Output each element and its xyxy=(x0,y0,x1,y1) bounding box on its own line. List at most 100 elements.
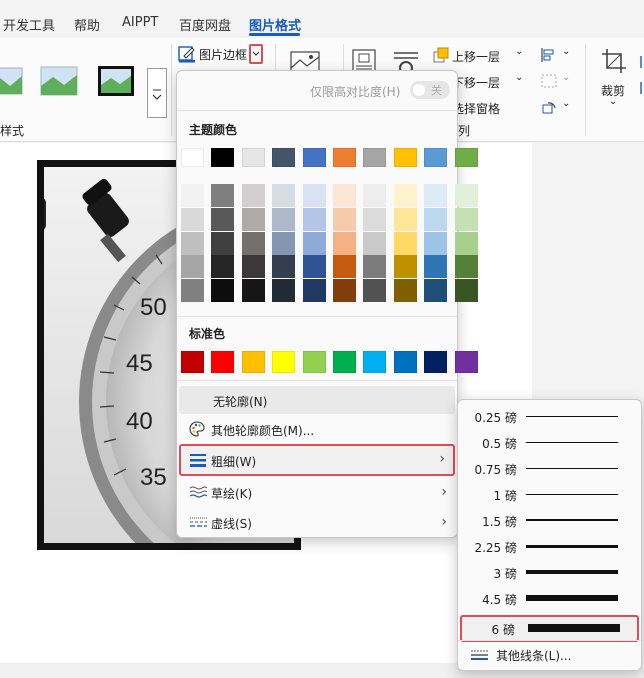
line-weight-item[interactable]: 0.5 磅 xyxy=(460,430,639,455)
theme-shade-swatch[interactable] xyxy=(181,255,204,279)
theme-color-swatch[interactable] xyxy=(181,148,204,167)
theme-shade-swatch[interactable] xyxy=(393,231,417,255)
theme-shade-swatch[interactable] xyxy=(454,231,478,255)
picture-style-thumb[interactable] xyxy=(0,64,24,98)
theme-shade-swatch[interactable] xyxy=(272,255,296,279)
line-weight-item[interactable]: 6 磅 xyxy=(460,615,639,642)
line-weight-item[interactable]: 0.75 磅 xyxy=(460,456,639,481)
send-backward-button[interactable]: 下移一层 xyxy=(452,74,500,91)
chevron-down-icon[interactable]: ⌄ xyxy=(562,98,570,109)
chevron-down-icon[interactable]: ⌄ xyxy=(562,72,570,83)
theme-color-swatch[interactable] xyxy=(272,148,296,167)
crop-icon[interactable] xyxy=(601,48,627,74)
theme-shade-swatch[interactable] xyxy=(363,231,387,255)
tab-developer[interactable]: 开发工具 xyxy=(3,15,55,34)
theme-shade-swatch[interactable] xyxy=(333,231,356,255)
chevron-down-icon[interactable]: ⌄ xyxy=(562,46,570,57)
standard-color-swatch[interactable] xyxy=(424,351,448,373)
selection-pane-button[interactable]: 选择窗格 xyxy=(452,100,500,117)
theme-color-swatch[interactable] xyxy=(241,148,265,167)
standard-color-swatch[interactable] xyxy=(333,351,356,373)
standard-color-swatch[interactable] xyxy=(454,351,478,373)
theme-shade-swatch[interactable] xyxy=(424,207,448,231)
theme-color-swatch[interactable] xyxy=(211,148,235,167)
chevron-down-icon[interactable]: ⌄ xyxy=(515,46,523,57)
theme-shade-swatch[interactable] xyxy=(363,279,387,303)
theme-color-swatch[interactable] xyxy=(333,148,356,167)
theme-shade-swatch[interactable] xyxy=(272,207,296,231)
line-weight-item[interactable]: 2.25 磅 xyxy=(460,534,639,559)
sketched-item[interactable]: 草绘(K) › xyxy=(179,478,455,506)
high-contrast-toggle[interactable]: 关 xyxy=(410,81,450,99)
theme-shade-swatch[interactable] xyxy=(363,184,387,207)
line-weight-item[interactable]: 1.5 磅 xyxy=(460,508,639,533)
theme-shade-swatch[interactable] xyxy=(454,279,478,303)
resize-grip-icon[interactable]: ····· xyxy=(538,656,557,666)
theme-shade-swatch[interactable] xyxy=(333,255,356,279)
theme-shade-swatch[interactable] xyxy=(211,231,235,255)
theme-shade-swatch[interactable] xyxy=(302,255,326,279)
tab-picture-format[interactable]: 图片格式 xyxy=(249,15,301,34)
dashes-item[interactable]: 虚线(S) › xyxy=(179,508,455,536)
align-icon[interactable] xyxy=(540,47,558,63)
theme-shade-swatch[interactable] xyxy=(302,279,326,303)
theme-shade-swatch[interactable] xyxy=(302,207,326,231)
standard-color-swatch[interactable] xyxy=(393,351,417,373)
tab-aippt[interactable]: AIPPT xyxy=(122,15,158,30)
theme-color-swatch[interactable] xyxy=(454,148,478,167)
theme-color-swatch[interactable] xyxy=(363,148,387,167)
standard-color-swatch[interactable] xyxy=(211,351,235,373)
standard-color-swatch[interactable] xyxy=(272,351,296,373)
theme-shade-swatch[interactable] xyxy=(302,231,326,255)
theme-color-swatch[interactable] xyxy=(302,148,326,167)
chevron-down-icon[interactable]: ⌄ xyxy=(609,96,617,107)
styles-gallery-more-button[interactable] xyxy=(147,68,167,118)
theme-shade-swatch[interactable] xyxy=(181,231,204,255)
line-weight-item[interactable]: 1 磅 xyxy=(460,482,639,507)
theme-shade-swatch[interactable] xyxy=(241,279,265,303)
theme-shade-swatch[interactable] xyxy=(181,207,204,231)
theme-shade-swatch[interactable] xyxy=(272,231,296,255)
picture-style-thumb[interactable] xyxy=(97,64,135,98)
theme-shade-swatch[interactable] xyxy=(393,184,417,207)
theme-shade-swatch[interactable] xyxy=(241,255,265,279)
theme-shade-swatch[interactable] xyxy=(424,279,448,303)
theme-shade-swatch[interactable] xyxy=(393,255,417,279)
theme-shade-swatch[interactable] xyxy=(241,184,265,207)
theme-shade-swatch[interactable] xyxy=(454,184,478,207)
chevron-down-icon[interactable]: ⌄ xyxy=(515,72,523,83)
theme-shade-swatch[interactable] xyxy=(211,255,235,279)
rotate-icon[interactable] xyxy=(540,99,558,115)
theme-shade-swatch[interactable] xyxy=(181,279,204,303)
theme-shade-swatch[interactable] xyxy=(333,184,356,207)
standard-color-swatch[interactable] xyxy=(363,351,387,373)
theme-shade-swatch[interactable] xyxy=(181,184,204,207)
theme-shade-swatch[interactable] xyxy=(424,184,448,207)
standard-color-swatch[interactable] xyxy=(302,351,326,373)
line-weight-item[interactable]: 3 磅 xyxy=(460,560,639,585)
tab-baidu-netdisk[interactable]: 百度网盘 xyxy=(179,15,231,34)
theme-shade-swatch[interactable] xyxy=(302,184,326,207)
theme-shade-swatch[interactable] xyxy=(424,231,448,255)
picture-style-thumb[interactable] xyxy=(40,64,78,98)
tab-help[interactable]: 帮助 xyxy=(74,15,100,34)
theme-shade-swatch[interactable] xyxy=(241,231,265,255)
theme-color-swatch[interactable] xyxy=(393,148,417,167)
theme-shade-swatch[interactable] xyxy=(272,184,296,207)
standard-color-swatch[interactable] xyxy=(181,351,204,373)
theme-shade-swatch[interactable] xyxy=(211,207,235,231)
theme-shade-swatch[interactable] xyxy=(333,207,356,231)
theme-shade-swatch[interactable] xyxy=(454,255,478,279)
theme-shade-swatch[interactable] xyxy=(333,279,356,303)
weight-item[interactable]: 粗细(W) › xyxy=(179,444,455,476)
line-weight-item[interactable]: 4.5 磅 xyxy=(460,586,639,611)
theme-shade-swatch[interactable] xyxy=(454,207,478,231)
group-icon[interactable] xyxy=(540,73,558,89)
theme-shade-swatch[interactable] xyxy=(211,184,235,207)
theme-shade-swatch[interactable] xyxy=(363,255,387,279)
theme-shade-swatch[interactable] xyxy=(393,207,417,231)
standard-color-swatch[interactable] xyxy=(241,351,265,373)
theme-shade-swatch[interactable] xyxy=(241,207,265,231)
theme-shade-swatch[interactable] xyxy=(363,207,387,231)
theme-shade-swatch[interactable] xyxy=(424,255,448,279)
